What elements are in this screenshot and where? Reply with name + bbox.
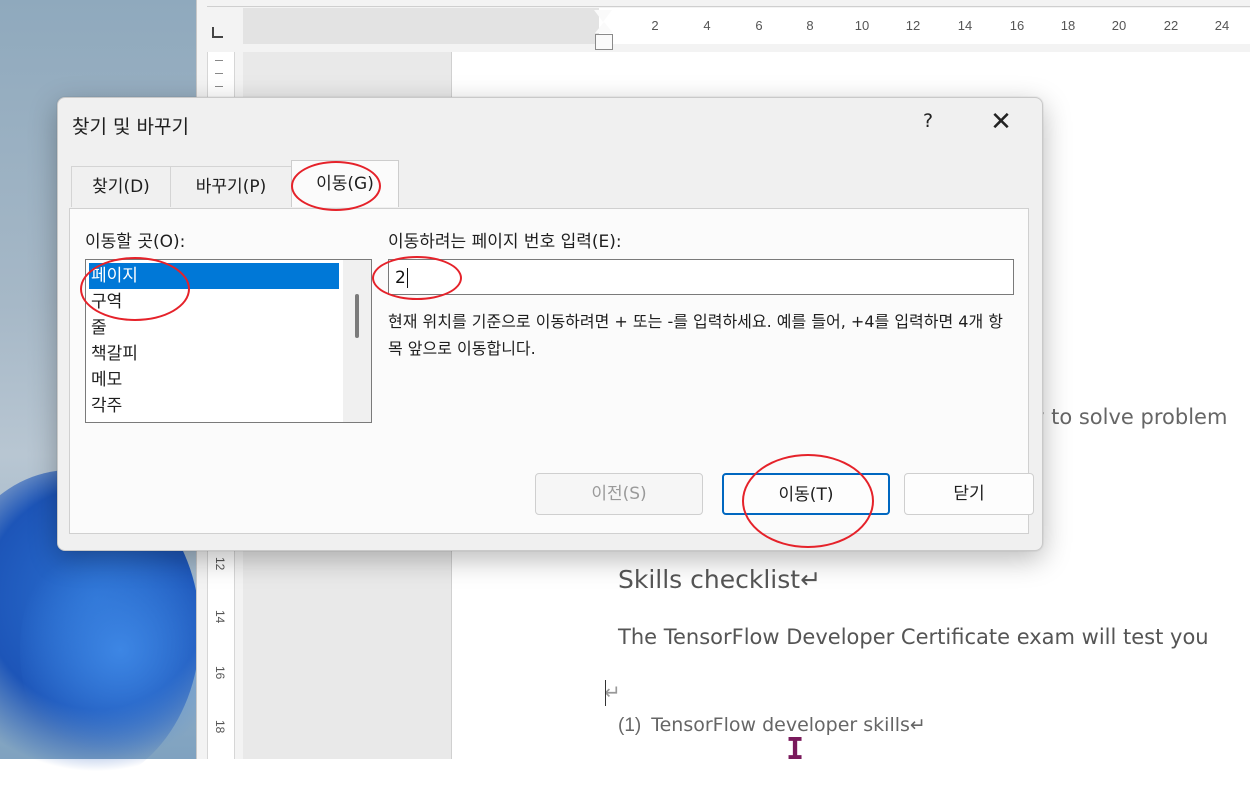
tab-stop-selector-icon[interactable] [212,27,223,38]
ruler-tick: 4 [703,18,711,33]
document-text-fragment: y to solve problem [1032,405,1228,429]
input-caret [406,268,408,288]
list-number: (1) [618,715,642,736]
find-replace-dialog: 찾기 및 바꾸기 ? ✕ 찾기(D) 바꾸기(P) 이동(G) 이동할 곳(O)… [57,97,1043,551]
vertical-ruler-tick: 14 [213,610,227,624]
list-item-footnote[interactable]: 각주 [89,393,339,419]
horizontal-ruler: 2 4 6 8 10 12 14 16 18 20 22 24 [197,0,1250,53]
ruler-top-border [207,6,1250,7]
document-heading: Skills checklist↵ [618,565,822,594]
goto-button[interactable]: 이동(T) [722,473,890,515]
scroll-thumb[interactable] [355,294,359,338]
dialog-title: 찾기 및 바꾸기 [72,116,189,138]
ruler-mark [215,86,223,87]
vertical-ruler-tick: 16 [213,666,227,680]
ruler-tick: 8 [806,18,814,33]
ibeam-cursor-icon: I [786,732,805,767]
ruler-tick: 12 [905,18,921,33]
ruler-mark [215,73,223,74]
list-item-bookmark[interactable]: 책갈피 [89,341,339,367]
text-cursor [605,680,606,706]
goto-panel: 이동할 곳(O): 페이지 구역 줄 책갈피 메모 각주 이동하려는 페이지 번… [69,208,1034,534]
goto-hint-text: 현재 위치를 기준으로 이동하려면 + 또는 -를 입력하세요. 예를 들어, … [388,312,1003,358]
list-scrollbar[interactable] [343,260,371,422]
tab-replace[interactable]: 바꾸기(P) [170,166,292,207]
list-item-comment[interactable]: 메모 [89,367,339,393]
tab-find[interactable]: 찾기(D) [71,166,171,207]
previous-button[interactable]: 이전(S) [535,473,703,515]
hanging-indent-marker[interactable] [595,22,613,33]
close-icon[interactable]: ✕ [986,108,1016,136]
page-number-label: 이동하려는 페이지 번호 입력(E): [388,232,622,252]
help-icon[interactable]: ? [916,110,940,134]
ruler-tick: 16 [1009,18,1025,33]
wallpaper-bloom-highlight [20,520,220,780]
page-number-value: 2 [395,268,406,288]
list-item-page[interactable]: 페이지 [89,263,339,289]
ruler-tick: 2 [651,18,659,33]
paragraph-mark: ↵ [604,680,621,704]
ruler-left-margin [243,8,599,44]
ruler-tick: 22 [1163,18,1179,33]
tab-goto[interactable]: 이동(G) [291,160,399,207]
ruler-tick: 18 [1060,18,1076,33]
document-paragraph: The TensorFlow Developer Certificate exa… [618,625,1209,649]
goto-what-list[interactable]: 페이지 구역 줄 책갈피 메모 각주 [85,259,372,423]
ruler-tick: 14 [957,18,973,33]
goto-what-label: 이동할 곳(O): [85,232,186,252]
ruler-tick: 20 [1111,18,1127,33]
ruler-tick: 24 [1214,18,1230,33]
ruler-tick: 10 [854,18,870,33]
list-item-line[interactable]: 줄 [89,315,339,341]
vertical-ruler-tick: 18 [213,720,227,734]
vertical-ruler-tick: 12 [213,557,227,571]
ruler-mark [215,60,223,61]
page-number-input[interactable]: 2 [388,259,1014,295]
left-indent-marker[interactable] [595,34,613,50]
list-item: (1) TensorFlow developer skills↵ [618,714,926,737]
ruler-tick: 6 [755,18,763,33]
list-item-section[interactable]: 구역 [89,289,339,315]
first-line-indent-marker[interactable] [594,10,612,22]
close-button[interactable]: 닫기 [904,473,1034,515]
